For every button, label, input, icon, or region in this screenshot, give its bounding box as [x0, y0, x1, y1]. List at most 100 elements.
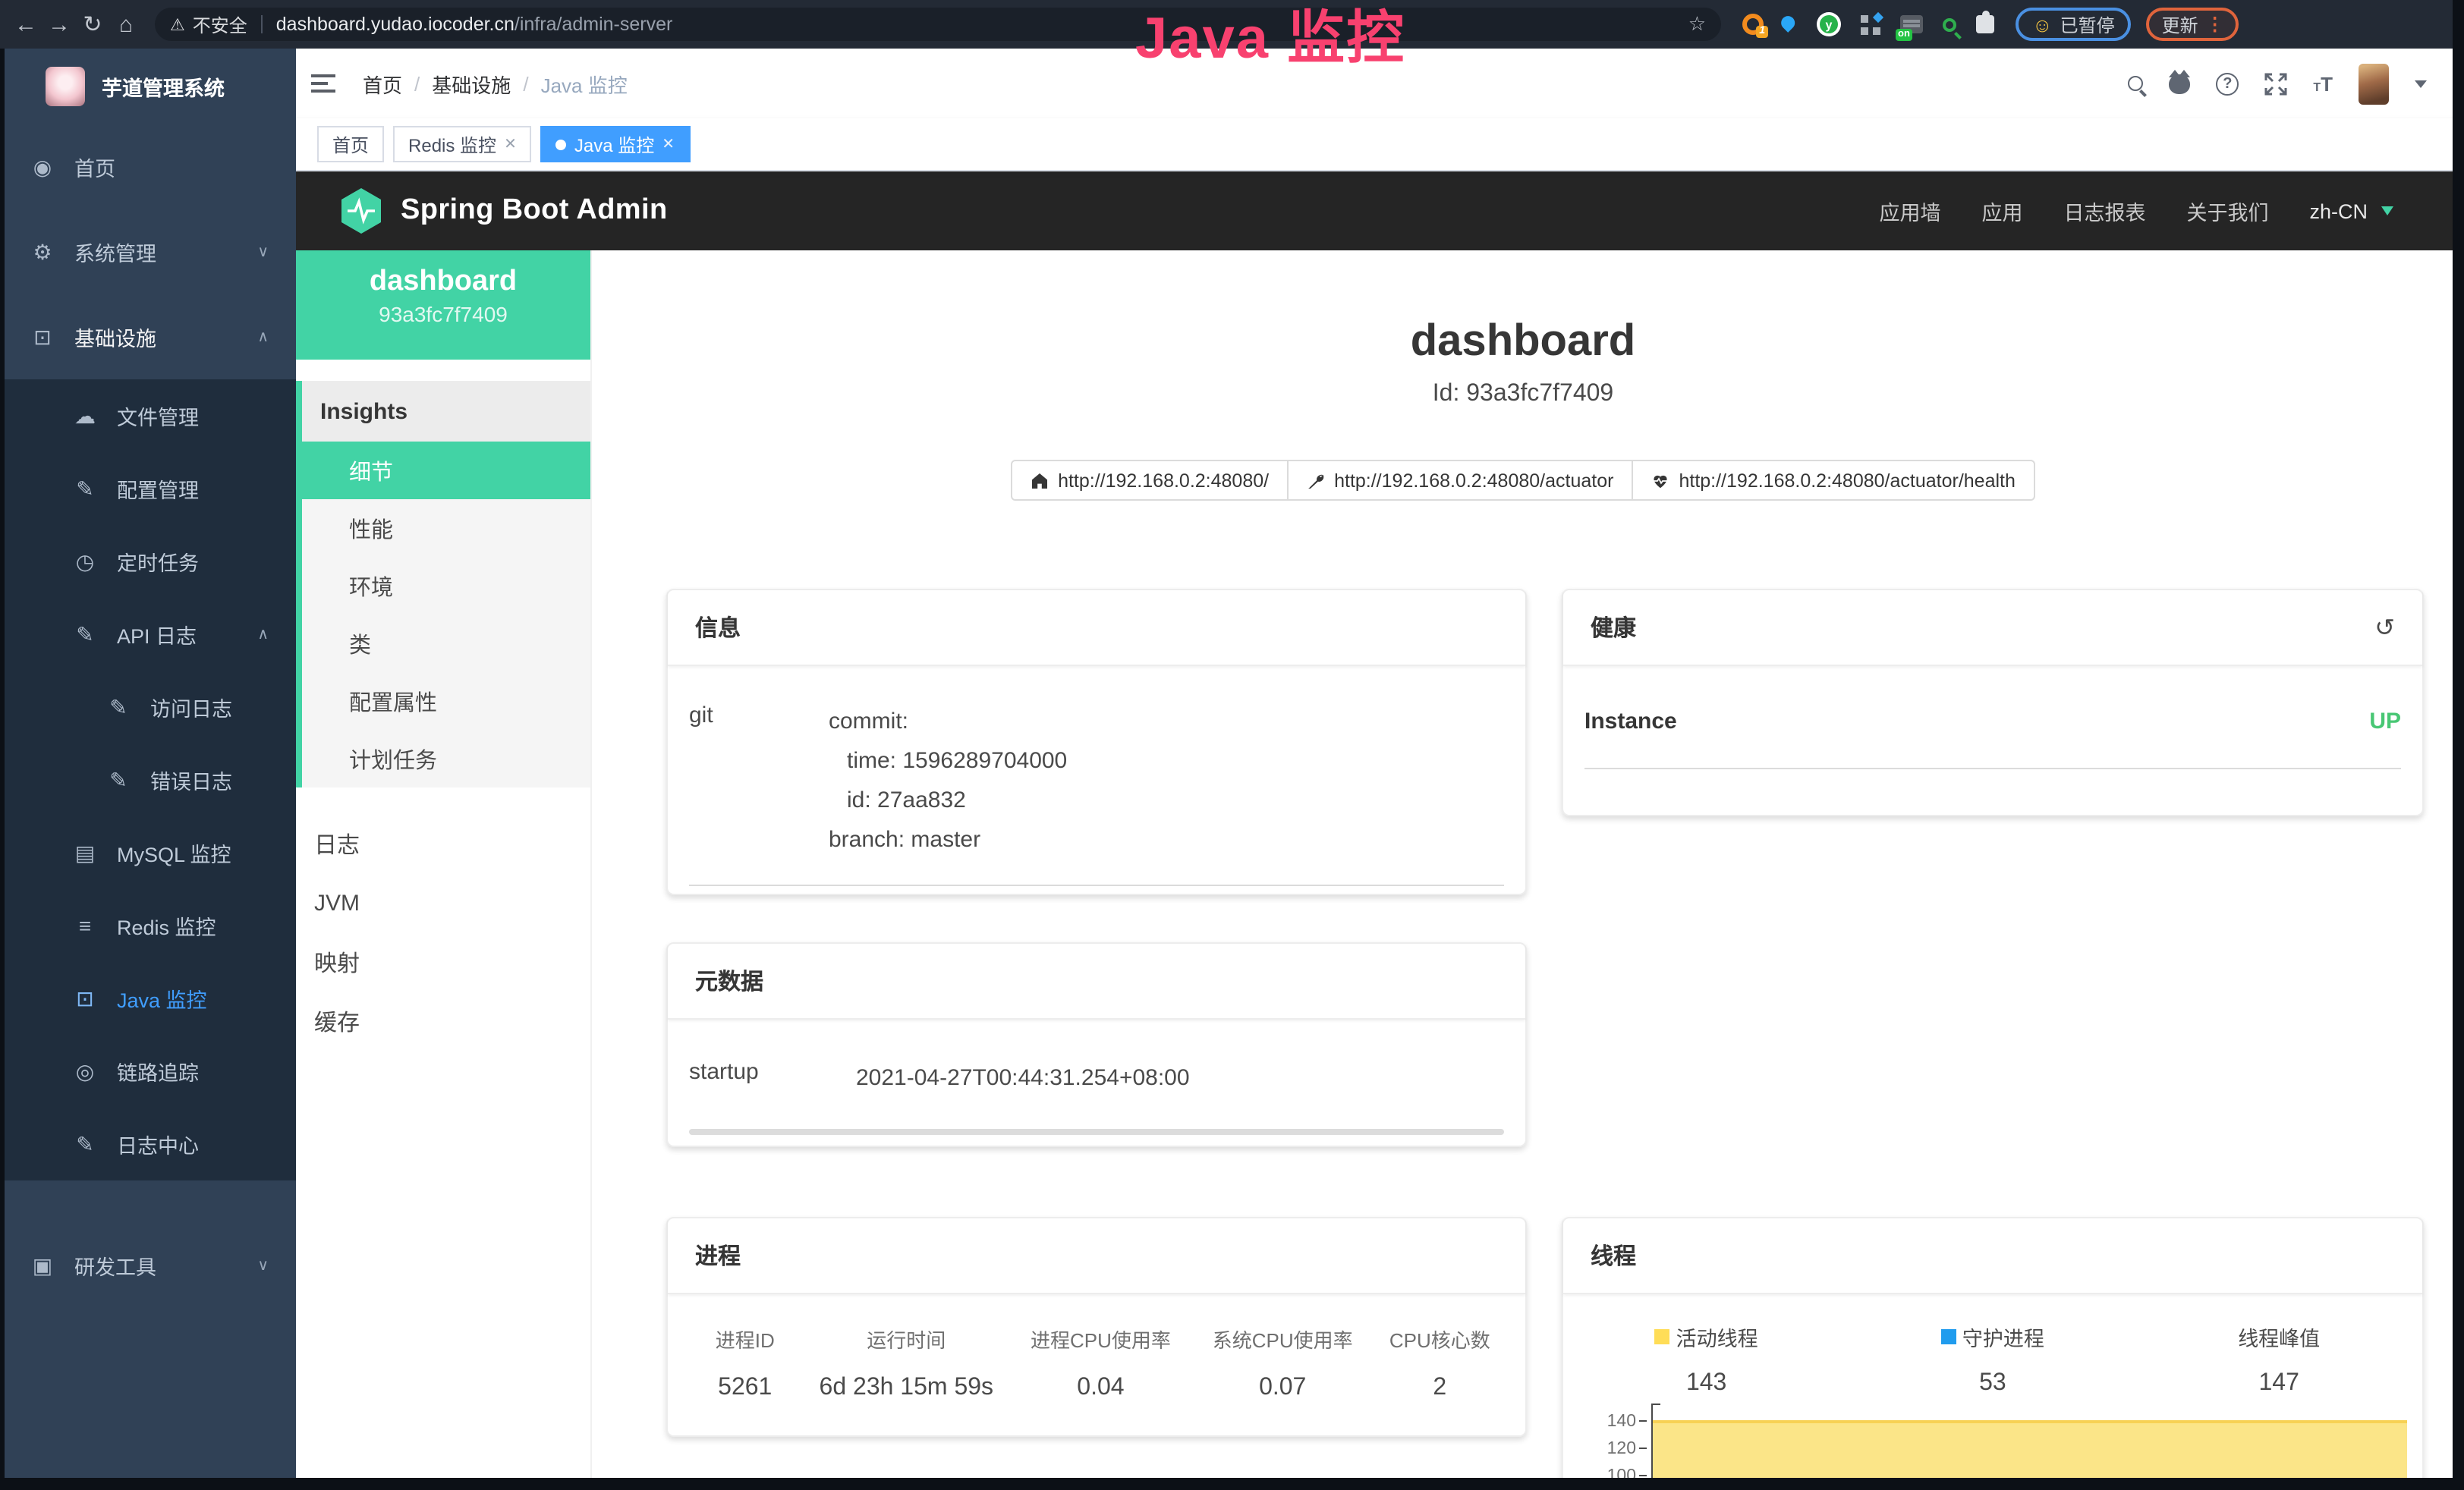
actuator-url-button[interactable]: http://192.168.0.2:48080/actuator [1287, 460, 1633, 501]
divider [1584, 768, 2401, 769]
app-logo-row[interactable]: 芋道管理系统 [0, 49, 296, 124]
health-card-body: Instance UP [1563, 666, 2422, 769]
sidebar-label: API 日志 [117, 619, 197, 649]
menu-item-logfile[interactable]: 日志 [296, 815, 590, 874]
info-card: 信息 git commit: time: 1596289704000 id: 2… [666, 589, 1527, 895]
menu-item-metrics[interactable]: 性能 [302, 499, 590, 557]
menu-item-details-active[interactable]: 细节 [302, 442, 590, 499]
sidebar-item-accesslog[interactable]: ✎ 访问日志 [0, 671, 296, 743]
menu-item-caches[interactable]: 缓存 [296, 992, 590, 1051]
system-cpu-value: 0.07 [1196, 1375, 1370, 1402]
menu-item-scheduled-tasks[interactable]: 计划任务 [302, 730, 590, 787]
app-title: 芋道管理系统 [102, 71, 225, 102]
fullscreen-icon[interactable] [2264, 72, 2287, 95]
sidebar-item-config[interactable]: ✎ 配置管理 [0, 452, 296, 525]
screenshot-root: ← → ↻ ⌂ ⚠ 不安全 dashboard.yudao.iocoder.cn… [0, 0, 2464, 1490]
sidebar-item-devtool[interactable]: ▣ 研发工具 ∨ [0, 1223, 296, 1308]
health-url-button[interactable]: http://192.168.0.2:48080/actuator/health [1632, 460, 2034, 501]
tab-label: 首页 [332, 131, 369, 157]
profile-paused-pill[interactable]: ☺ 已暂停 [2016, 8, 2132, 41]
nav-journal[interactable]: 日志报表 [2063, 196, 2145, 226]
sidebar-item-file[interactable]: ☁ 文件管理 [0, 379, 296, 452]
menu-item-config-props[interactable]: 配置属性 [302, 672, 590, 730]
layers-icon: ≡ [73, 913, 97, 938]
bookmark-star-icon[interactable]: ☆ [1688, 12, 1706, 36]
sba-instance-header[interactable]: dashboard 93a3fc7f7409 [296, 250, 590, 360]
url-bar[interactable]: ⚠ 不安全 dashboard.yudao.iocoder.cn /infra/… [155, 8, 1721, 41]
language-select[interactable]: zh-CN [2309, 200, 2368, 222]
chrome-update-button[interactable]: 更新 ⋮ [2147, 8, 2239, 41]
sidebar-item-infra[interactable]: ⊡ 基础设施 ∧ [0, 294, 296, 379]
sidebar-item-logcenter[interactable]: ✎ 日志中心 [0, 1108, 296, 1180]
sidebar-label: 基础设施 [74, 322, 156, 352]
tab-java-active[interactable]: Java 监控✕ [541, 126, 690, 162]
sidebar-item-mysql[interactable]: ▤ MySQL 监控 [0, 816, 296, 889]
sidebar-item-job[interactable]: ◷ 定时任务 [0, 525, 296, 598]
colorzilla-extension-icon[interactable]: 1 [1742, 14, 1764, 35]
collapse-menu-icon[interactable] [311, 74, 335, 93]
close-icon[interactable]: ✕ [662, 136, 675, 152]
pid-value: 5261 [683, 1375, 807, 1402]
close-icon[interactable]: ✕ [504, 136, 517, 152]
list-on-extension-icon[interactable]: on [1900, 15, 1923, 33]
user-avatar[interactable] [2359, 63, 2389, 104]
sba-navbar: Spring Boot Admin 应用墙 应用 日志报表 关于我们 zh-CN [296, 171, 2454, 250]
y-extension-icon[interactable]: y [1817, 12, 1841, 36]
monitor-icon: ⊡ [30, 324, 55, 350]
home-icon [1031, 471, 1049, 489]
breadcrumb-section[interactable]: 基础设施 [432, 69, 511, 98]
sidebar-item-redis[interactable]: ≡ Redis 监控 [0, 889, 296, 962]
sidebar-item-java-active[interactable]: ⊡ Java 监控 [0, 962, 296, 1035]
language-caret-icon[interactable] [2381, 206, 2393, 215]
sba-nav-links: 应用墙 应用 日志报表 关于我们 zh-CN [1879, 196, 2393, 226]
scrollbar-divider[interactable] [689, 1129, 1504, 1135]
menu-item-environment[interactable]: 环境 [302, 557, 590, 615]
sidebar-item-errorlog[interactable]: ✎ 错误日志 [0, 743, 296, 816]
sidebar-item-trace[interactable]: ◎ 链路追踪 [0, 1035, 296, 1108]
health-instance-label: Instance [1584, 709, 1677, 734]
forward-icon[interactable]: → [42, 11, 76, 37]
sidebar-item-home[interactable]: ◉ 首页 [0, 124, 296, 209]
menu-item-mappings[interactable]: 映射 [296, 933, 590, 992]
warning-icon: ⚠ [170, 14, 185, 34]
grid-extension-icon[interactable] [1861, 14, 1880, 34]
sidebar-label: MySQL 监控 [117, 838, 231, 868]
search-extension-icon[interactable] [1943, 17, 1956, 31]
process-card-header: 进程 [668, 1218, 1525, 1294]
sidebar-item-system[interactable]: ⚙ 系统管理 ∨ [0, 209, 296, 294]
y-tick-120: 120 [1591, 1438, 1636, 1460]
extensions-puzzle-icon[interactable] [1976, 15, 1994, 33]
menu-item-classes[interactable]: 类 [302, 615, 590, 672]
menu-item-jvm[interactable]: JVM [296, 874, 590, 933]
back-icon[interactable]: ← [9, 11, 42, 37]
reload-icon[interactable]: ↻ [76, 11, 109, 38]
nav-wallboard[interactable]: 应用墙 [1879, 196, 1940, 226]
sba-brand[interactable]: Spring Boot Admin [341, 188, 668, 234]
process-card: 进程 进程ID 运行时间 进程CPU使用率 系统CPU使用率 CPU核心数 52… [666, 1217, 1527, 1437]
threads-chart: 140 120 100 [1591, 1413, 2410, 1479]
nav-about[interactable]: 关于我们 [2186, 196, 2268, 226]
history-icon[interactable]: ↺ [2374, 612, 2395, 643]
info-card-body: git commit: time: 1596289704000 id: 27aa… [668, 666, 1525, 886]
tab-redis[interactable]: Redis 监控✕ [393, 126, 532, 162]
pin-extension-icon[interactable] [1778, 12, 1797, 31]
chevron-down-icon: ∨ [257, 244, 269, 260]
chevron-down-icon: ∨ [257, 1257, 269, 1274]
admin-sidebar: 芋道管理系统 ◉ 首页 ⚙ 系统管理 ∨ ⊡ 基础设施 ∧ ☁ 文件管理 ✎ 配… [0, 49, 296, 1479]
infra-submenu: ☁ 文件管理 ✎ 配置管理 ◷ 定时任务 ✎ API 日志 ∧ ✎ 访问日志 ✎ [0, 379, 296, 1180]
threads-card-header: 线程 [1563, 1218, 2422, 1294]
help-icon[interactable]: ? [2216, 72, 2239, 95]
sidebar-item-apilog[interactable]: ✎ API 日志 ∧ [0, 598, 296, 671]
info-card-header: 信息 [668, 590, 1525, 666]
user-caret-icon[interactable] [2415, 80, 2427, 87]
font-size-icon[interactable]: TT [2313, 72, 2333, 95]
nav-applications[interactable]: 应用 [1981, 196, 2022, 226]
breadcrumb-home[interactable]: 首页 [363, 69, 402, 98]
service-url-button[interactable]: http://192.168.0.2:48080/ [1011, 460, 1289, 501]
search-icon[interactable] [2128, 76, 2143, 91]
home-icon[interactable]: ⌂ [109, 11, 143, 37]
github-icon[interactable] [2169, 74, 2190, 93]
kebab-menu-icon[interactable]: ⋮ [2206, 14, 2224, 35]
sidebar-label: 链路追踪 [117, 1056, 199, 1086]
tab-home[interactable]: 首页 [317, 126, 384, 162]
